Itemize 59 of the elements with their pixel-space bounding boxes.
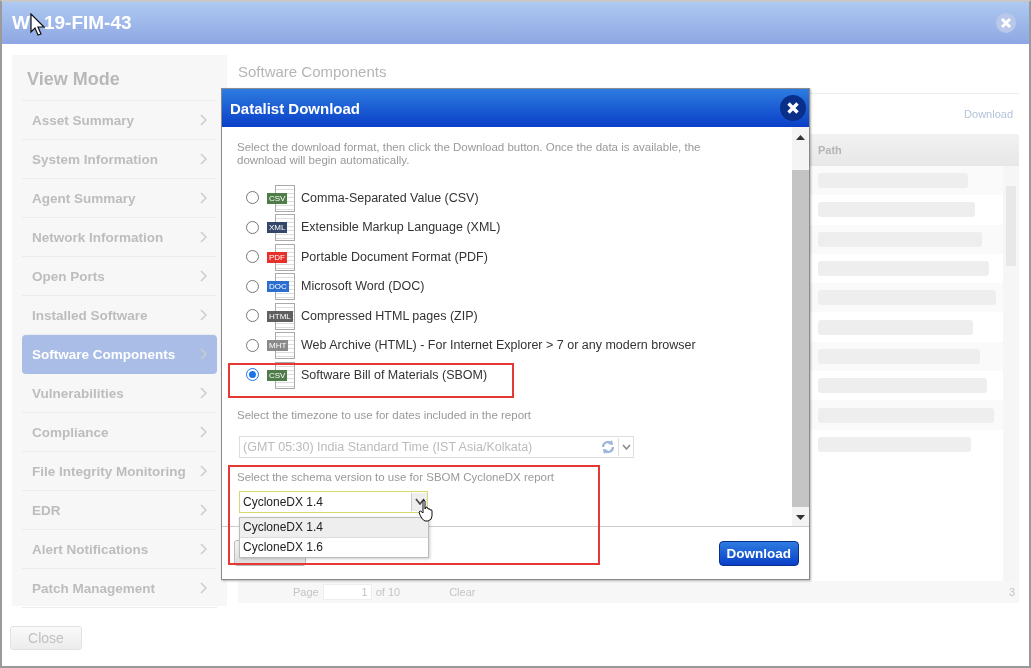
chevron-icon [200, 543, 207, 555]
format-label: Comma-Separated Value (CSV) [301, 190, 479, 205]
chevron-icon [200, 231, 207, 243]
window-title: 19-FIM-43 [43, 12, 132, 34]
scrollbar[interactable] [792, 127, 809, 526]
format-label: Extensible Markup Language (XML) [301, 220, 501, 235]
sidebar-item[interactable]: Vulnerabilities [22, 374, 217, 413]
chevron-icon [200, 582, 207, 594]
sidebar-item[interactable]: Agent Summary [22, 179, 217, 218]
instruction-text: Select the download format, then click the Download button. Once the data is available, the download will begin automatically. [237, 141, 702, 167]
sidebar-item[interactable]: Network Information [22, 218, 217, 257]
format-label: Microsoft Word (DOC) [301, 279, 425, 294]
cursor-icon [29, 13, 46, 37]
radio-button[interactable] [246, 279, 259, 293]
format-label: Compressed HTML pages (ZIP) [301, 308, 478, 323]
close-icon[interactable] [780, 95, 806, 121]
field-label: Select the schema version to use for SBOM CycloneDX report [237, 470, 555, 483]
sidebar-item[interactable]: Asset Summary [22, 101, 217, 140]
scrollbar[interactable] [1003, 166, 1019, 581]
window-title: W [12, 12, 30, 34]
chevron-icon [200, 348, 207, 360]
dropdown-option[interactable]: CycloneDX 1.4 [240, 518, 428, 538]
chevron-icon [200, 270, 207, 282]
column-header[interactable]: Path [818, 144, 842, 156]
sidebar-item[interactable]: File Integrity Monitoring [22, 452, 217, 491]
dialog-title: Datalist Download [230, 99, 360, 117]
radio-button[interactable] [246, 309, 259, 323]
format-label: Software Bill of Materials (SBOM) [301, 367, 488, 382]
chevron-icon [200, 114, 207, 126]
format-label: Web Archive (HTML) - For Internet Explorer > 7 or any modern browser [301, 338, 696, 353]
caret-icon[interactable] [414, 498, 425, 505]
scroll-down-icon[interactable] [796, 515, 805, 520]
page-field[interactable]: 1 [322, 584, 372, 600]
sidebar-item[interactable]: Alert Notifications [22, 530, 217, 569]
dropdown-option[interactable]: CycloneDX 1.6 [240, 538, 428, 557]
radio-button[interactable] [246, 220, 259, 234]
chevron-icon [200, 426, 207, 438]
sidebar-item[interactable]: Software Components [22, 335, 217, 374]
chevron-icon [200, 309, 207, 321]
chevron-icon [200, 465, 207, 477]
download-link[interactable]: Download [964, 108, 1013, 120]
format-label: Portable Document Format (PDF) [301, 249, 488, 264]
chevron-icon [200, 192, 207, 204]
radio-button[interactable] [246, 338, 259, 352]
sidebar-item[interactable]: EDR [22, 491, 217, 530]
chevron-icon [200, 504, 207, 516]
chevron-icon [200, 387, 207, 399]
download-button[interactable]: Download [718, 540, 799, 566]
sidebar-item[interactable]: Patch Management [22, 569, 217, 608]
sidebar-item[interactable]: Compliance [22, 413, 217, 452]
sidebar-heading: View Mode [22, 55, 217, 101]
sidebar-item[interactable]: System Information [22, 140, 217, 179]
radio-button[interactable] [246, 250, 259, 264]
radio-button[interactable] [246, 368, 259, 382]
chevron-icon [200, 153, 207, 165]
radio-button[interactable] [246, 191, 259, 205]
field-label: Select the timezone to use for dates included in the report [237, 408, 532, 421]
sidebar-item[interactable]: Open Ports [22, 257, 217, 296]
scroll-up-icon[interactable] [796, 135, 805, 140]
